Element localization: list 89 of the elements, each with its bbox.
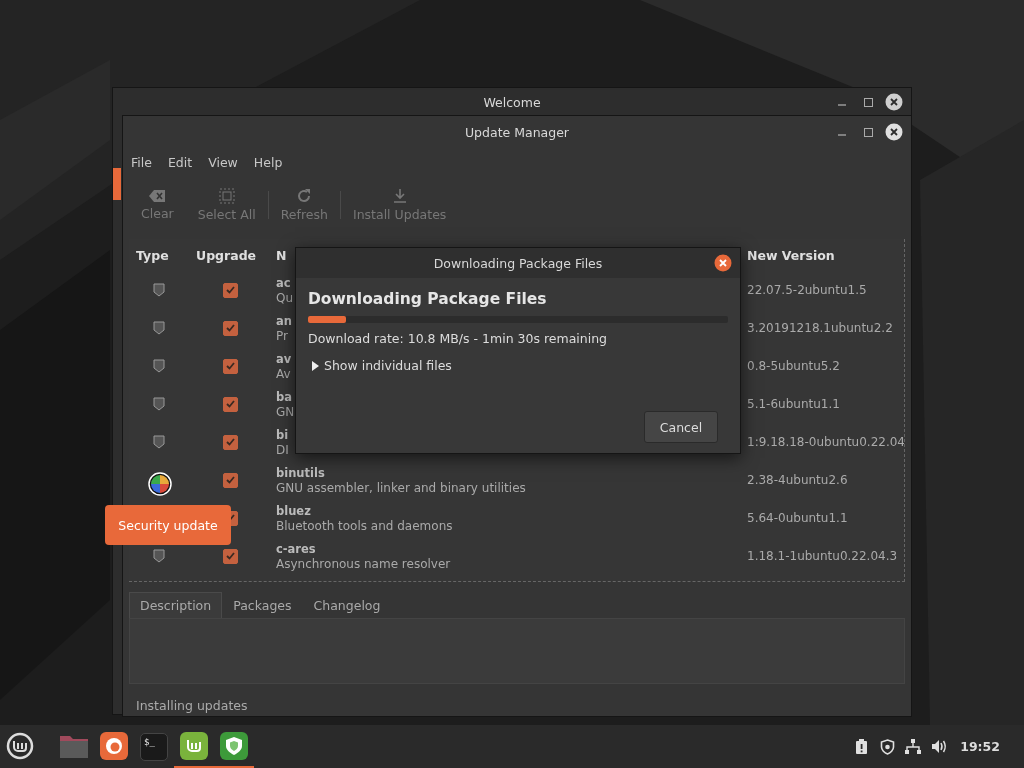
version-text: 5.1-6ubuntu1.1 [747,397,840,411]
checkbox[interactable] [222,320,238,336]
package-name: an [276,313,292,328]
busy-cursor-icon [148,472,172,496]
check-icon [225,552,235,560]
version-text: 22.07.5-2ubuntu1.5 [747,283,867,297]
maximize-icon [863,127,873,137]
column-header[interactable]: N [276,247,287,263]
download-icon [392,187,407,204]
package-name: c-ares [276,541,316,556]
package-description: Asynchronous name resolver [276,556,451,571]
package-name: ac [276,275,291,290]
checkbox[interactable] [222,472,238,488]
check-icon [225,362,235,370]
window-title: Welcome [483,94,541,110]
clipboard-alert-icon [854,738,868,755]
cancel-button[interactable]: Cancel [644,411,718,443]
version-text: 0.8-5ubuntu5.2 [747,359,840,373]
checkbox[interactable] [222,548,238,564]
tab[interactable]: Changelog [302,592,392,618]
shield-icon [153,549,165,563]
menu-item[interactable]: File [125,152,158,172]
version-text: 3.20191218.1ubuntu2.2 [747,321,893,335]
shield-icon [153,321,165,335]
check-icon [225,476,235,484]
package-name: bi [276,427,289,442]
package-description: Av [276,366,291,381]
package-name: bluez [276,503,311,518]
close-icon [714,254,732,272]
version-text: 1:9.18.18-0ubuntu0.22.04 [747,435,904,449]
dialog-title: Downloading Package Files [433,255,603,271]
package-name: ba [276,389,292,404]
triangle-icon [312,360,319,371]
menu-item[interactable]: Help [247,152,289,172]
close-icon [885,93,903,111]
mint-logo-icon [6,731,34,760]
close-icon [885,123,903,141]
close-button[interactable] [714,254,732,272]
package-description: GNU assembler, linker and binary utilities [276,480,526,495]
package-description: DI [276,442,289,457]
shield-icon [153,435,165,449]
shield-icon [153,283,165,297]
close-button[interactable] [885,123,903,141]
volume-icon [930,739,948,754]
sidebar-selection [113,168,121,200]
version-text: 5.64-0ubuntu1.1 [747,511,848,525]
check-icon [225,400,235,408]
column-header[interactable]: Type [136,247,169,263]
checkbox[interactable] [222,358,238,374]
checkbox[interactable] [222,282,238,298]
version-text: 1.18.1-1ubuntu0.22.04.3 [747,549,898,563]
version-text: 2.38-4ubuntu2.6 [747,473,848,487]
shield-icon [879,738,895,755]
checkbox[interactable] [222,434,238,450]
tab[interactable]: Packages [222,592,303,618]
menu-item[interactable]: Edit [161,152,199,172]
backspace-icon [148,188,167,203]
download-rate-text: Download rate: 10.8 MB/s - 1min 30s remaining [308,331,609,346]
status-text: Installing updates [136,698,249,713]
firefox-icon [100,731,128,760]
package-name: av [276,351,292,366]
package-name: binutils [276,465,325,480]
tab[interactable]: Description [129,592,223,618]
check-icon [225,438,235,446]
clock: 19:52 [960,739,1000,754]
update-manager-icon [180,731,208,760]
shield-icon [153,359,165,373]
expander[interactable]: Show individual files [308,356,456,375]
shield-app-icon [220,731,248,760]
window-title: Update Manager [464,124,569,140]
column-header[interactable]: Upgrade [196,247,257,263]
package-description: GN [276,404,295,419]
check-icon [225,286,235,294]
dialog-heading: Downloading Package Files [308,290,548,308]
menu-item[interactable]: View [202,152,244,172]
close-button[interactable] [885,93,903,111]
maximize-icon [863,97,873,107]
selection-icon [218,187,235,204]
network-icon [905,739,922,754]
package-description: Qu [276,290,294,305]
package-description: Pr [276,328,288,343]
shield-icon [153,397,165,411]
check-icon [225,324,235,332]
column-header[interactable]: New Version [747,247,835,263]
tooltip: Security update [105,505,231,545]
refresh-icon [296,187,313,204]
checkbox[interactable] [222,396,238,412]
package-description: Bluetooth tools and daemons [276,518,453,533]
terminal-button[interactable]: $_ [140,732,168,761]
